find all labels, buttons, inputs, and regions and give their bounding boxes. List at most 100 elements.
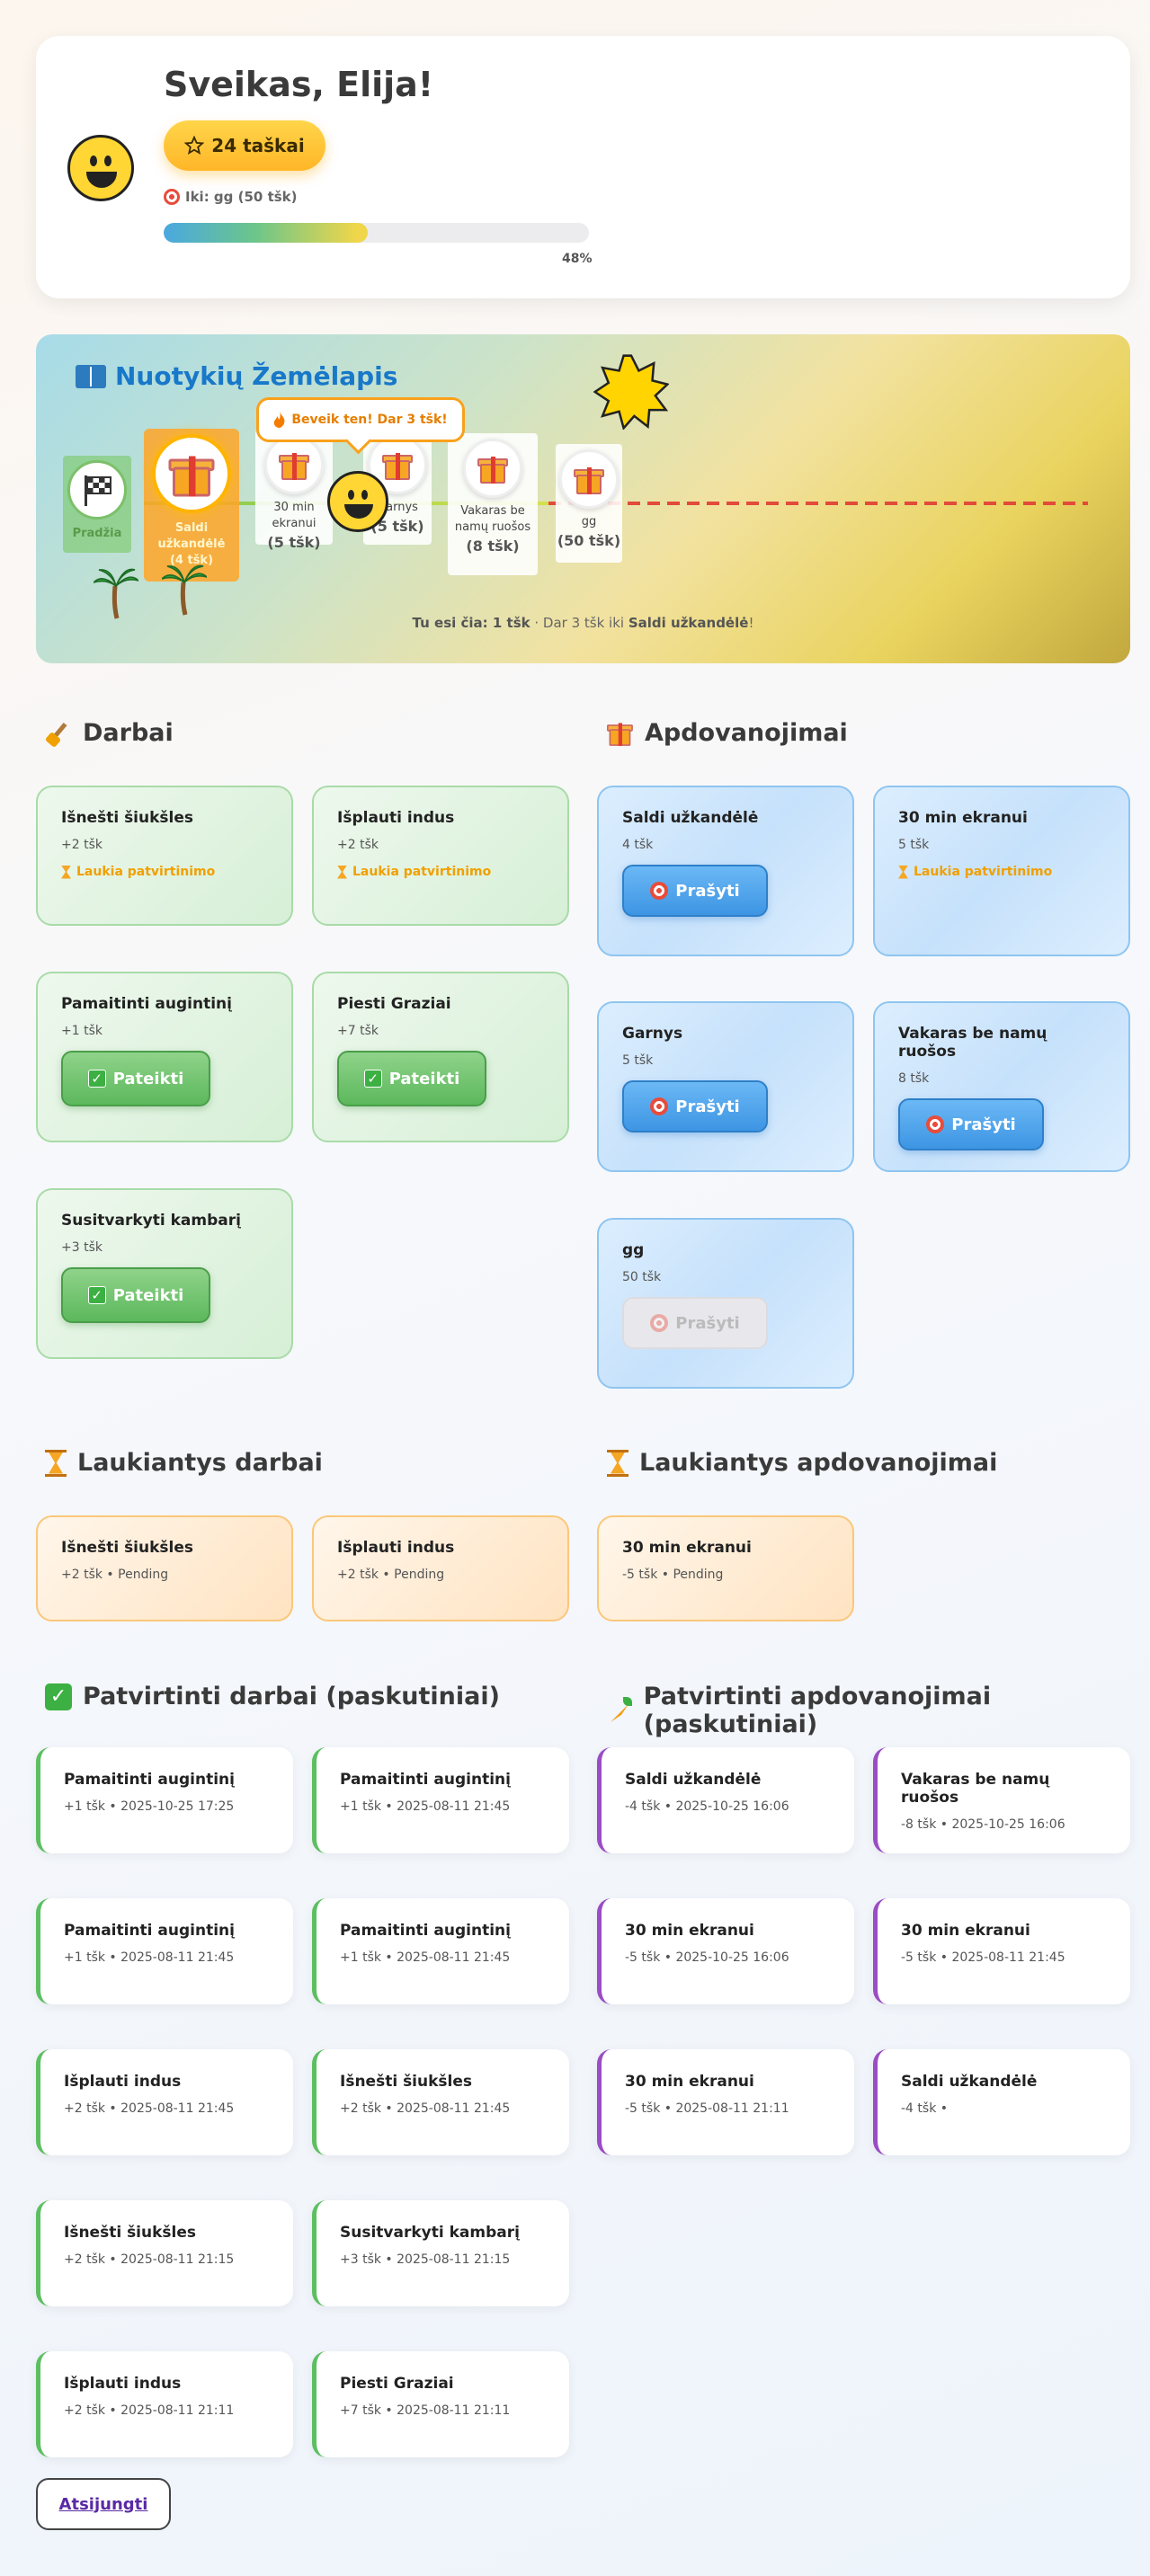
map-node: gg (50 tšk) [556,444,622,563]
reward-name: gg [622,1241,645,1259]
reward-points: 50 tšk [622,1270,662,1284]
reward-name: Garnys [622,1025,683,1043]
approved-reward-card-name: Saldi užkandėlė [625,1771,762,1789]
approved-chore-card-name: Išnešti šiukšles [340,2073,473,2091]
points-label: 24 taškai [211,135,305,156]
hourglass-icon [607,1449,628,1477]
approved-chores-title-text: Patvirtinti darbai (paskutiniai) [83,1683,500,1710]
map-node-name: 30 min ekranui [272,501,316,530]
approved-reward-card-detail: -5 tšk • 2025-10-25 16:06 [625,1950,789,1965]
map-node-points: (5 tšk) [267,534,321,551]
approved-chore-card: Pamaitinti augintinį +1 tšk • 2025-10-25 … [36,1747,293,1853]
encouragement-bubble: Beveik ten! Dar 3 tšk! [256,397,465,442]
pending-chore-detail: +2 tšk • Pending [61,1568,169,1582]
gift-icon [168,451,215,497]
approved-reward-card: 30 min ekranui -5 tšk • 2025-08-11 21:45 [873,1898,1130,2004]
goal-progress-fill [164,223,369,243]
map-node-name: Vakaras be namų ruošos [454,504,531,534]
request-label: Prašyti [675,1097,740,1116]
map-node-points: (8 tšk) [466,537,520,555]
approved-reward-card: 30 min ekranui -5 tšk • 2025-08-11 21:11 [597,2049,854,2155]
chore-status-text: Laukia patvirtinimo [76,865,216,879]
pending-chore-card: Išplauti indus +2 tšk • Pending [312,1515,569,1621]
approved-chore-card-detail: +2 tšk • 2025-08-11 21:45 [64,2101,235,2116]
approved-reward-card-name: 30 min ekranui [625,2073,754,2091]
greeting-title: Sveikas, Elija! [164,65,434,104]
goal-progress-bar [164,223,589,243]
map-node-name: gg [581,515,597,529]
approved-chore-card-detail: +2 tšk • 2025-08-11 21:45 [340,2101,511,2116]
reward-points: 5 tšk [898,838,930,852]
pending-reward-detail: -5 tšk • Pending [622,1568,724,1582]
reward-points: 5 tšk [622,1053,654,1068]
submit-chore-button[interactable]: ✓ Pateikti [337,1051,486,1106]
approved-chore-card-detail: +3 tšk • 2025-08-11 21:15 [340,2252,511,2267]
reward-card: Vakaras be namų ruošos 8 tšk Prašyti [873,1001,1130,1172]
approved-chore-card-detail: +1 tšk • 2025-08-11 21:45 [340,1950,511,1965]
approved-reward-card-detail: -5 tšk • 2025-08-11 21:11 [625,2101,789,2116]
chore-card: Susitvarkyti kambarį +3 tšk ✓ Pateikti [36,1188,293,1359]
approved-reward-card-name: Saldi užkandėlė [901,2073,1038,2091]
approved-reward-card-name: Vakaras be namų ruošos [901,1771,1050,1807]
approved-chore-card: Išplauti indus +2 tšk • 2025-08-11 21:45 [36,2049,293,2155]
approved-reward-card-name: 30 min ekranui [901,1922,1030,1940]
pending-chores-title-text: Laukiantys darbai [77,1449,323,1477]
request-reward-button[interactable]: Prašyti [622,1080,768,1133]
map-node-start-label: Pradžia [72,527,122,540]
reward-name: 30 min ekranui [898,809,1028,827]
reward-status: Laukia patvirtinimo [898,865,1105,879]
approved-reward-card-name: 30 min ekranui [625,1922,754,1940]
pending-rewards-title-text: Laukiantys apdovanojimai [639,1449,998,1477]
approved-chore-card: Pamaitinti augintinį +1 tšk • 2025-08-11 … [312,1898,569,2004]
broom-icon [45,720,72,747]
request-reward-button[interactable]: Prašyti [898,1098,1044,1150]
submit-label: Pateikti [388,1069,460,1088]
submit-chore-button[interactable]: ✓ Pateikti [61,1267,210,1323]
logout-button[interactable]: Atsijungti [36,2478,171,2530]
approved-chore-card-name: Išplauti indus [64,2375,182,2393]
check-box-icon: ✓ [45,1683,72,1710]
map-node-current-name: Saldi užkandėlė [157,521,226,551]
approved-chore-card-name: Pamaitinti augintinį [64,1771,235,1789]
chores-section-title: Darbai [45,719,174,747]
goal-line: Iki: gg (50 tšk) [164,189,298,205]
chore-name: Susitvarkyti kambarį [61,1212,241,1230]
approved-chore-card-detail: +1 tšk • 2025-08-11 21:45 [340,1799,511,1814]
chores-title-text: Darbai [83,719,174,747]
request-reward-button[interactable]: Prašyti [622,865,768,917]
goal-progress-percent: 48% [562,252,593,266]
check-icon: ✓ [87,1286,106,1304]
approved-chore-card-detail: +1 tšk • 2025-08-11 21:45 [64,1950,235,1965]
target-icon [650,882,669,900]
points-badge: 24 taškai [164,120,325,171]
map-node-points: (50 tšk) [557,532,621,549]
player-avatar [327,471,388,532]
approved-chore-card-name: Pamaitinti augintinį [340,1922,511,1940]
star-icon [184,136,205,155]
approved-chore-card: Išnešti šiukšles +2 tšk • 2025-08-11 21:1… [36,2200,293,2306]
rewards-section-title: Apdovanojimai [607,719,848,747]
chore-card: Piesti Graziai +7 tšk ✓ Pateikti [312,972,569,1142]
approved-chore-card-name: Pamaitinti augintinį [340,1771,511,1789]
request-reward-button-disabled[interactable]: Prašyti [622,1297,768,1349]
target-icon [926,1115,945,1133]
reward-card: 30 min ekranui 5 tšk Laukia patvirtinimo [873,786,1130,956]
palm-tree-icon [162,564,207,616]
chore-card: Išplauti indus +2 tšk Laukia patvirtinim… [312,786,569,926]
approved-chore-card: Pamaitinti augintinį +1 tšk • 2025-08-11 … [36,1898,293,2004]
pending-reward-name: 30 min ekranui [622,1539,752,1557]
submit-chore-button[interactable]: ✓ Pateikti [61,1051,210,1106]
check-icon: ✓ [87,1070,106,1088]
encouragement-text: Beveik ten! Dar 3 tšk! [291,413,448,427]
pending-chore-name: Išnešti šiukšles [61,1539,194,1557]
map-book-icon [76,364,106,388]
submit-label: Pateikti [112,1285,184,1305]
chore-status: Laukia patvirtinimo [337,865,544,879]
chore-name: Piesti Graziai [337,995,451,1013]
approved-reward-card-detail: -5 tšk • 2025-08-11 21:45 [901,1950,1065,1965]
chore-status-text: Laukia patvirtinimo [352,865,492,879]
carrot-icon [607,1697,633,1724]
reward-card: Saldi užkandėlė 4 tšk Prašyti [597,786,854,956]
pending-reward-card: 30 min ekranui -5 tšk • Pending [597,1515,854,1621]
approved-reward-card: 30 min ekranui -5 tšk • 2025-10-25 16:06 [597,1898,854,2004]
